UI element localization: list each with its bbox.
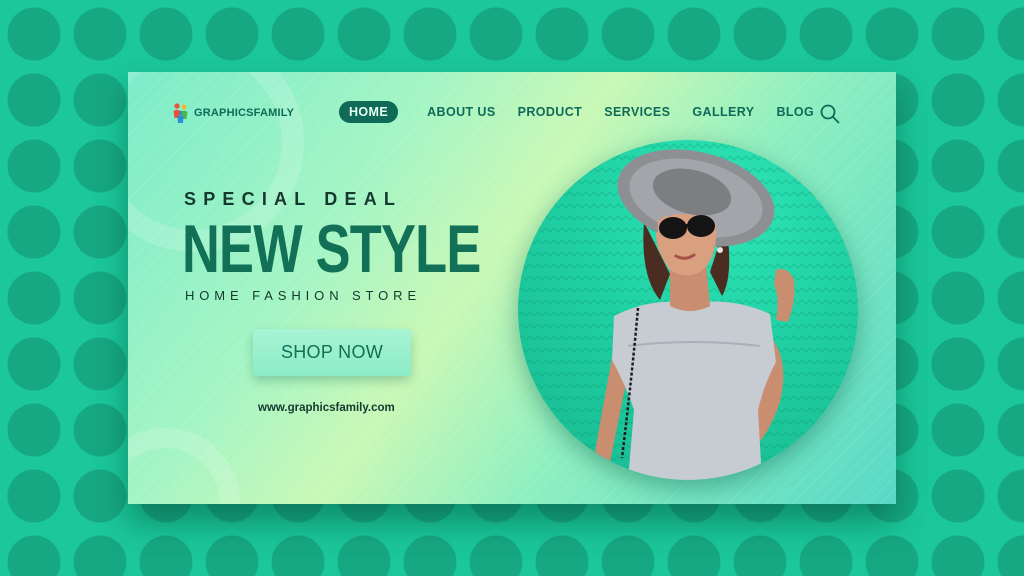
decorative-ring-bottom	[128, 428, 240, 504]
nav-item-about-us[interactable]: ABOUT US	[427, 105, 495, 119]
shop-now-button[interactable]: SHOP NOW	[253, 329, 411, 376]
brand-logo[interactable]: GRAPHICSFAMILY	[172, 102, 294, 124]
fashion-model-image	[594, 149, 795, 480]
family-logo-icon	[173, 103, 188, 123]
website-url[interactable]: www.graphicsfamily.com	[258, 402, 395, 414]
nav-item-gallery[interactable]: GALLERY	[692, 105, 754, 119]
nav-item-services[interactable]: SERVICES	[604, 105, 670, 119]
special-deal-kicker: SPECIAL DEAL	[184, 189, 403, 209]
hero-title: NEW STYLE	[182, 211, 481, 287]
hero-subtitle: HOME FASHION STORE	[185, 288, 422, 303]
search-icon[interactable]	[819, 103, 841, 125]
nav-item-product[interactable]: PRODUCT	[518, 105, 583, 119]
hero-banner: GRAPHICSFAMILY HOME ABOUT US PRODUCT SER…	[128, 72, 896, 504]
nav-item-home[interactable]: HOME	[339, 101, 399, 123]
nav-item-blog[interactable]: BLOG	[776, 105, 814, 119]
brand-name: GRAPHICSFAMILY	[194, 107, 295, 119]
main-navigation: HOME ABOUT US PRODUCT SERVICES GALLERY B…	[339, 101, 836, 123]
model-photo-circle	[518, 140, 858, 480]
